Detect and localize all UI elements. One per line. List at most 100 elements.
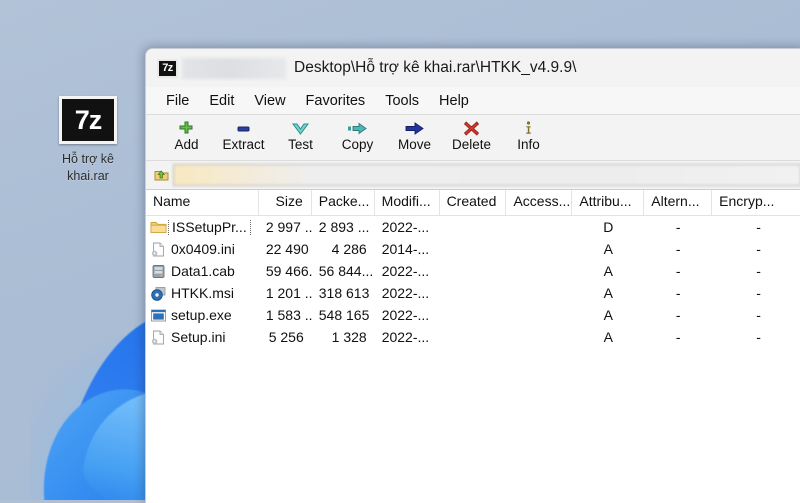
copy-button[interactable]: Copy	[329, 118, 386, 153]
ini-file-icon	[150, 241, 167, 257]
toolbar: Add Extract Test Copy Move Delete Info	[146, 115, 800, 161]
menu-bar: File Edit View Favorites Tools Help	[146, 87, 800, 115]
window-titlebar[interactable]: 7z Desktop\Hỗ trợ kê khai.rar\HTKK_v4.9.…	[146, 49, 800, 87]
cell-encrypted: -	[756, 285, 761, 301]
cell-name-text: HTKK.msi	[171, 285, 234, 301]
arrow-right-icon	[405, 120, 424, 137]
sevenzip-icon-text: 7z	[74, 104, 103, 135]
cell-packed: 4 286	[331, 241, 367, 257]
cell-modified: 2022-...	[381, 263, 430, 279]
table-row[interactable]: HTKK.msi 1 201 ... 318 613 2022-... A - …	[146, 282, 800, 304]
info-button[interactable]: Info	[500, 118, 557, 153]
column-header-created[interactable]: Created	[440, 190, 507, 215]
file-list: ISSetupPr... 2 997 ... 2 893 ... 2022-..…	[146, 216, 800, 348]
column-header-attributes[interactable]: Attribu...	[572, 190, 645, 215]
cell-encrypted: -	[756, 241, 761, 257]
cell-name-text: ISSetupPr...	[168, 219, 251, 235]
cell-attributes: D	[603, 219, 614, 235]
delete-button[interactable]: Delete	[443, 118, 500, 153]
column-header-modified[interactable]: Modifi...	[375, 190, 440, 215]
cell-encrypted: -	[756, 219, 761, 235]
cell-name: HTKK.msi	[146, 285, 259, 301]
cell-name: Setup.ini	[146, 329, 259, 345]
cell-name: Data1.cab	[146, 263, 259, 279]
cell-modified: 2022-...	[381, 307, 430, 323]
ini-file-icon	[150, 329, 167, 345]
extract-button[interactable]: Extract	[215, 118, 272, 153]
msi-file-icon	[150, 285, 167, 301]
folder-up-icon[interactable]	[151, 165, 173, 185]
cell-name: setup.exe	[146, 307, 259, 323]
cell-encrypted: -	[756, 263, 761, 279]
address-input[interactable]	[173, 164, 800, 186]
cell-packed: 548 165	[318, 307, 370, 323]
test-button[interactable]: Test	[272, 118, 329, 153]
menu-item-edit[interactable]: Edit	[199, 91, 244, 111]
menu-item-view[interactable]: View	[244, 91, 295, 111]
table-row[interactable]: Setup.ini 5 256 1 328 2022-... A - -	[146, 326, 800, 348]
cell-modified: 2014-...	[381, 241, 430, 257]
add-button-label: Add	[174, 137, 199, 152]
table-row[interactable]: 0x0409.ini 22 490 4 286 2014-... A - -	[146, 238, 800, 260]
table-row[interactable]: setup.exe 1 583 ... 548 165 2022-... A -…	[146, 304, 800, 326]
cell-packed: 56 844...	[318, 263, 374, 279]
window-app-icon: 7z	[157, 58, 178, 78]
move-button-label: Move	[397, 137, 431, 152]
cell-size: 5 256	[268, 329, 304, 345]
cell-attributes: A	[603, 307, 614, 323]
address-bar	[146, 161, 800, 190]
cell-modified: 2022-...	[381, 219, 430, 235]
cell-alternate: -	[675, 329, 681, 345]
exe-file-icon	[150, 307, 167, 323]
menu-item-help[interactable]: Help	[429, 91, 479, 111]
column-header-accessed[interactable]: Access...	[506, 190, 573, 215]
add-button[interactable]: Add	[158, 118, 215, 153]
test-button-label: Test	[288, 137, 313, 152]
cell-size: 59 466...	[265, 263, 312, 279]
arrow-right-dotted-icon	[348, 120, 367, 137]
cell-alternate: -	[675, 307, 681, 323]
cell-modified: 2022-...	[381, 329, 430, 345]
cell-encrypted: -	[756, 329, 761, 345]
column-header-name[interactable]: Name	[146, 190, 259, 215]
info-icon	[523, 120, 534, 137]
menu-item-tools[interactable]: Tools	[375, 91, 429, 111]
desktop-icon-label-line2: khai.rar	[67, 168, 109, 183]
desktop-icon-label: Hỗ trợ kê khai.rar	[40, 151, 136, 184]
cell-alternate: -	[675, 285, 681, 301]
column-header-encrypted[interactable]: Encryp...	[712, 190, 800, 215]
desktop-icon-ho-tro-ke-khai-rar[interactable]: 7z Hỗ trợ kê khai.rar	[40, 96, 136, 184]
move-button[interactable]: Move	[386, 118, 443, 153]
desktop-icon-label-line1: Hỗ trợ kê	[62, 152, 114, 166]
cell-encrypted: -	[756, 307, 761, 323]
cell-attributes: A	[603, 329, 614, 345]
window-title: Desktop\Hỗ trợ kê khai.rar\HTKK_v4.9.9\	[294, 59, 577, 76]
chevron-down-icon	[292, 120, 309, 137]
cell-packed: 1 328	[331, 329, 367, 345]
table-row[interactable]: Data1.cab 59 466... 56 844... 2022-... A…	[146, 260, 800, 282]
cell-alternate: -	[675, 263, 681, 279]
cell-alternate: -	[675, 241, 681, 257]
cell-packed: 318 613	[318, 285, 370, 301]
cell-packed: 2 893 ...	[318, 219, 370, 235]
menu-item-favorites[interactable]: Favorites	[296, 91, 376, 111]
column-header-alternate[interactable]: Altern...	[644, 190, 713, 215]
cell-size: 2 997 ...	[265, 219, 312, 235]
folder-icon	[150, 219, 167, 235]
cell-name: 0x0409.ini	[146, 241, 259, 257]
cell-alternate: -	[675, 219, 681, 235]
column-header-size[interactable]: Size	[259, 190, 312, 215]
table-row[interactable]: ISSetupPr... 2 997 ... 2 893 ... 2022-..…	[146, 216, 800, 238]
cab-file-icon	[150, 263, 167, 279]
column-header-packed[interactable]: Packe...	[312, 190, 375, 215]
menu-item-file[interactable]: File	[156, 91, 199, 111]
cell-attributes: A	[603, 241, 614, 257]
cell-name: ISSetupPr...	[146, 219, 259, 235]
window-app-icon-text: 7z	[162, 61, 173, 74]
extract-button-label: Extract	[222, 137, 265, 152]
titlebar-redaction-block	[182, 57, 286, 79]
cell-size: 1 201 ...	[265, 285, 312, 301]
cell-size: 22 490	[265, 241, 309, 257]
cell-name-text: 0x0409.ini	[171, 241, 235, 257]
info-button-label: Info	[517, 137, 540, 152]
